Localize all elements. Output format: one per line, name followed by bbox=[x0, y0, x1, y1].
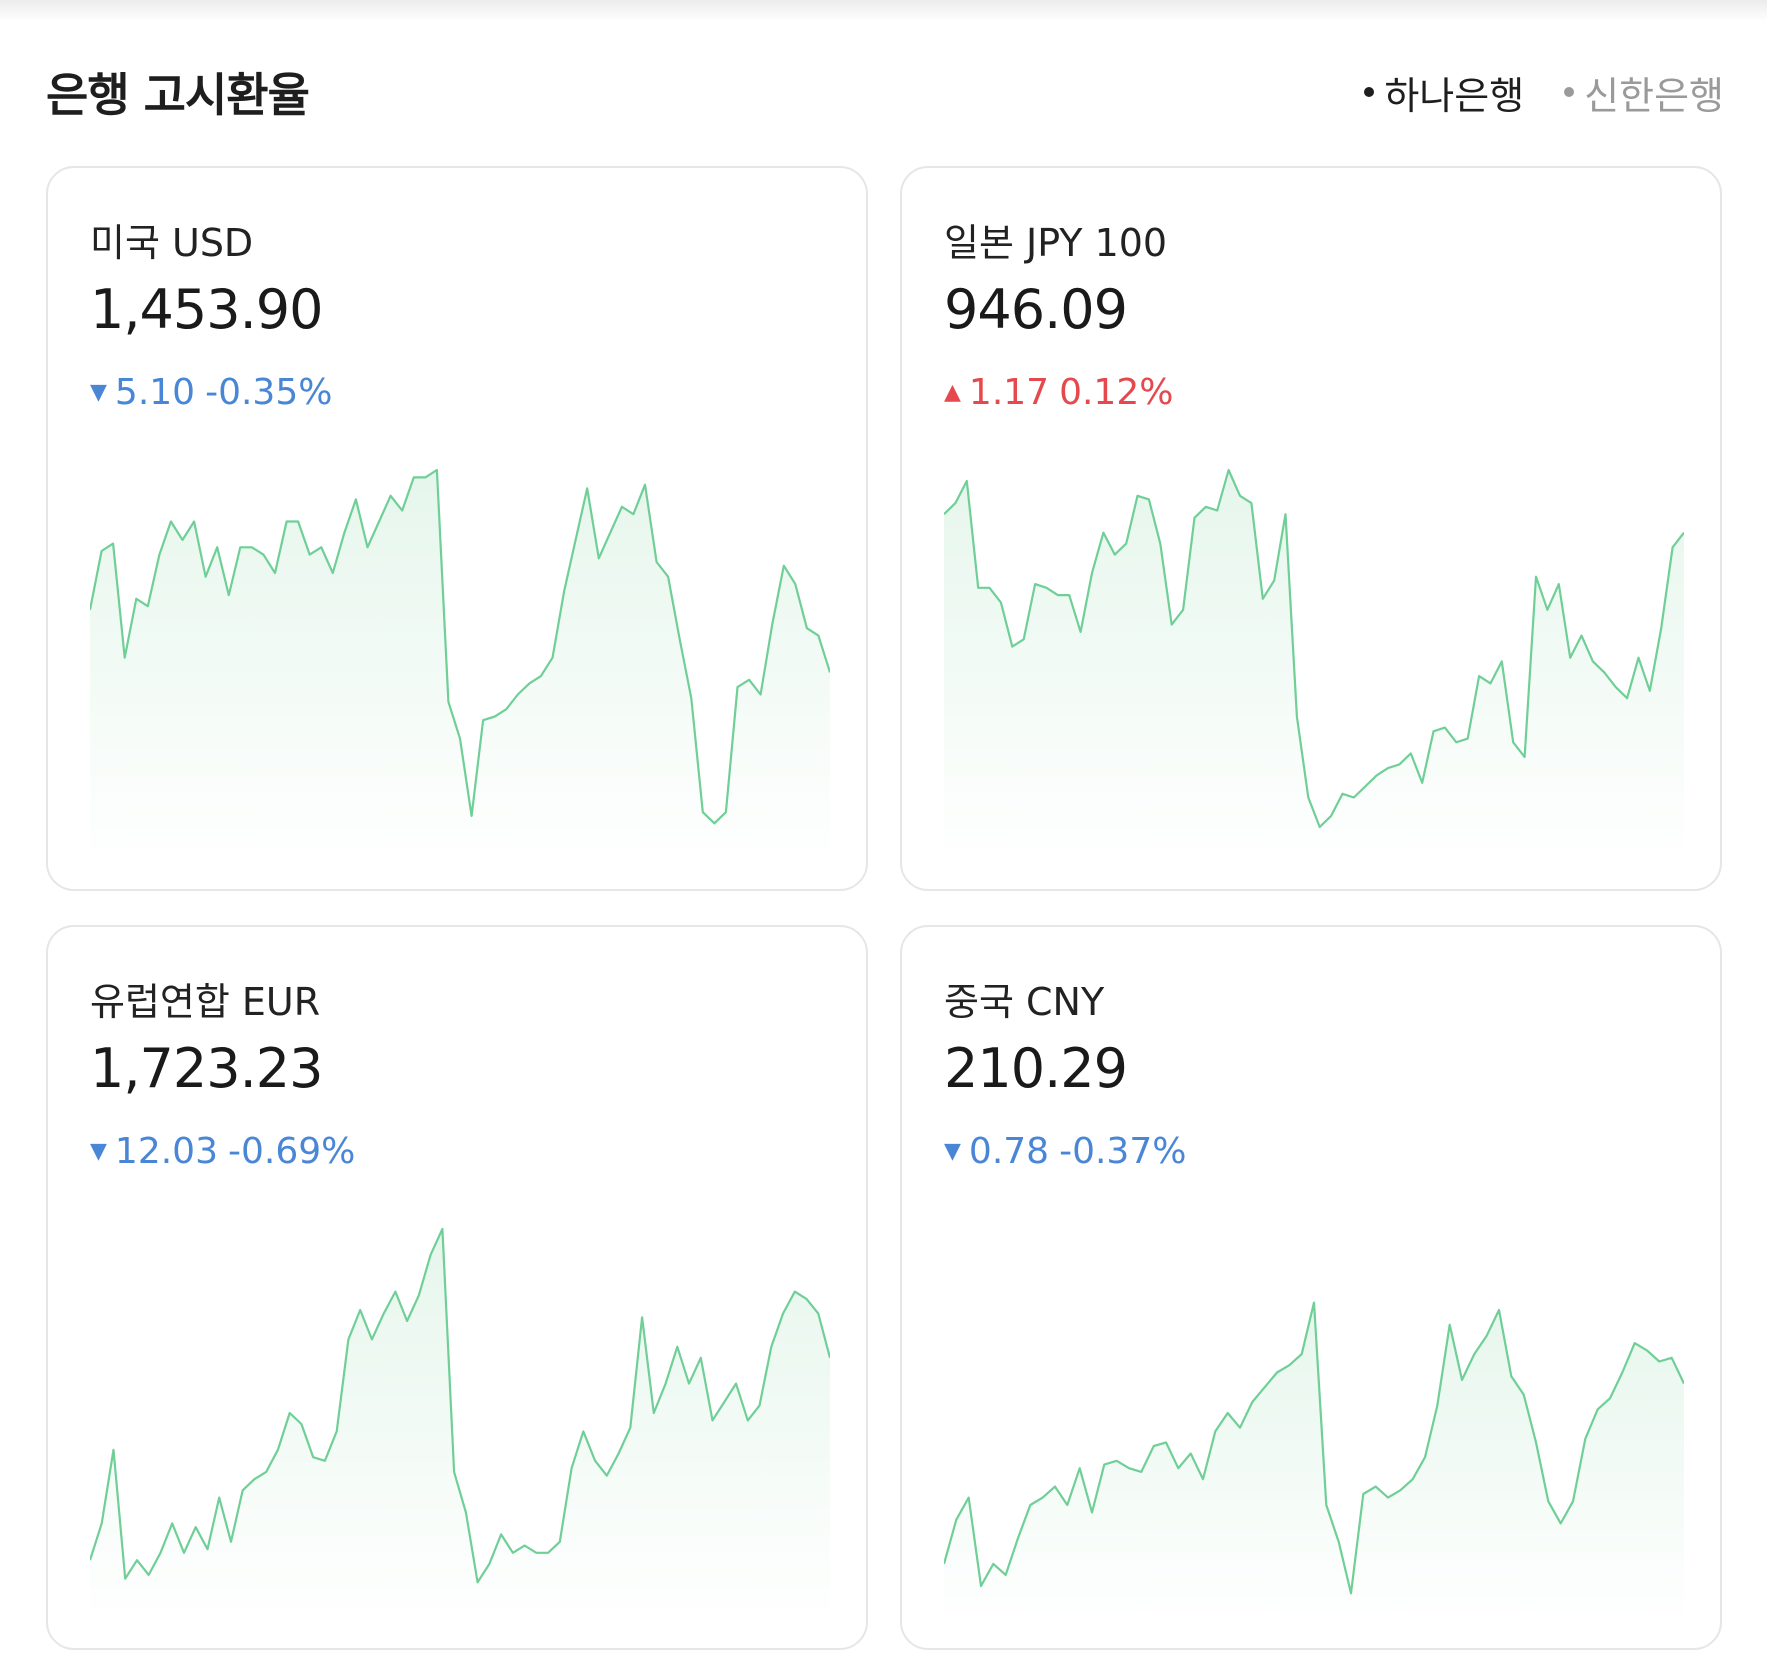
bank-tab-label: 신한은행 bbox=[1584, 73, 1724, 118]
currency-name: 일본 JPY 100 bbox=[944, 221, 1168, 265]
sparkline-chart bbox=[90, 1227, 830, 1627]
sparkline-area bbox=[90, 1229, 830, 1627]
change-amount: 0.78 bbox=[968, 1131, 1050, 1172]
change-amount: 1.17 bbox=[968, 372, 1050, 413]
bank-tab-label: 하나은행 bbox=[1384, 73, 1525, 118]
triangle-down-icon: ▼ bbox=[90, 380, 107, 405]
change-percent: -0.37% bbox=[1059, 1131, 1187, 1172]
triangle-down-icon: ▼ bbox=[944, 1139, 961, 1164]
currency-name: 유럽연합 EUR bbox=[90, 980, 321, 1024]
rate-change: ▼ 12.03 -0.69% bbox=[90, 1131, 355, 1172]
exchange-rate: 946.09 bbox=[944, 278, 1128, 341]
bullet-dot-icon bbox=[1364, 87, 1375, 97]
rate-card-usd[interactable]: 미국 USD 1,453.90 ▼ 5.10 -0.35% bbox=[46, 166, 868, 891]
triangle-down-icon: ▼ bbox=[90, 1139, 107, 1164]
bank-tabs: 하나은행 신한은행 bbox=[1364, 65, 1724, 120]
sparkline-chart bbox=[90, 468, 830, 868]
exchange-rate: 210.29 bbox=[944, 1037, 1128, 1100]
header: 은행 고시환율 하나은행 신한은행 bbox=[46, 52, 1724, 132]
rate-change: ▼ 0.78 -0.37% bbox=[944, 1131, 1186, 1172]
sparkline-area bbox=[90, 470, 830, 868]
rate-card-grid: 미국 USD 1,453.90 ▼ 5.10 -0.35% 일본 JPY 100… bbox=[46, 166, 1724, 1650]
change-percent: 0.12% bbox=[1059, 372, 1174, 413]
change-percent: -0.35% bbox=[205, 372, 333, 413]
page-title: 은행 고시환율 bbox=[46, 68, 310, 122]
sparkline-chart bbox=[944, 1301, 1684, 1627]
bullet-dot-icon bbox=[1564, 87, 1575, 97]
sparkline-area bbox=[944, 470, 1684, 868]
bank-tab-hana[interactable]: 하나은행 bbox=[1364, 65, 1524, 120]
rate-card-jpy[interactable]: 일본 JPY 100 946.09 ▲ 1.17 0.12% bbox=[900, 166, 1722, 891]
bank-tab-shinhan[interactable]: 신한은행 bbox=[1564, 65, 1724, 120]
change-percent: -0.69% bbox=[227, 1131, 356, 1172]
rate-change: ▼ 5.10 -0.35% bbox=[90, 372, 332, 413]
triangle-up-icon: ▲ bbox=[944, 380, 961, 405]
rate-card-eur[interactable]: 유럽연합 EUR 1,723.23 ▼ 12.03 -0.69% bbox=[46, 925, 868, 1650]
change-amount: 12.03 bbox=[114, 1131, 218, 1172]
rate-card-cny[interactable]: 중국 CNY 210.29 ▼ 0.78 -0.37% bbox=[900, 925, 1722, 1650]
currency-name: 미국 USD bbox=[90, 221, 254, 265]
rate-change: ▲ 1.17 0.12% bbox=[944, 372, 1173, 413]
sparkline-chart bbox=[944, 468, 1684, 868]
change-amount: 5.10 bbox=[114, 372, 196, 413]
exchange-rate: 1,453.90 bbox=[90, 278, 323, 341]
currency-name: 중국 CNY bbox=[944, 980, 1105, 1024]
sparkline-area bbox=[944, 1302, 1684, 1627]
exchange-rate: 1,723.23 bbox=[90, 1037, 323, 1100]
top-shadow bbox=[0, 0, 1767, 22]
